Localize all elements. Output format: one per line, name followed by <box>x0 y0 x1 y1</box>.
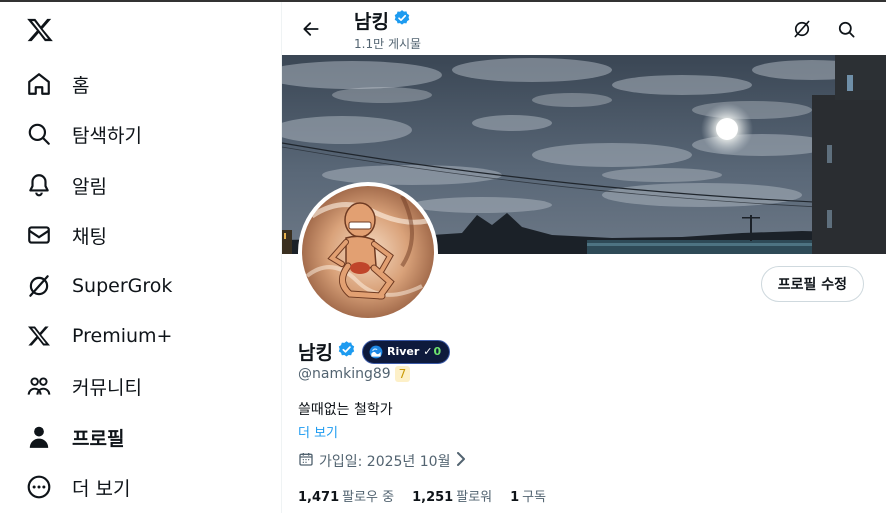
profile-column: 남킹 1.1만 게시물 프로필 수정 남킹 River ✓ 0 @namking… <box>282 2 886 513</box>
sidebar-item-chat[interactable]: 채팅 <box>16 213 117 257</box>
calendar-icon <box>298 451 314 471</box>
search-icon <box>838 21 854 37</box>
person-icon <box>26 424 52 450</box>
sidebar-item-label: 채팅 <box>72 225 107 248</box>
sidebar-item-premium[interactable]: Premium+ <box>16 314 182 358</box>
wave-icon <box>369 345 383 358</box>
header-title: 남킹 <box>354 7 411 34</box>
following-count: 1,471 <box>298 490 340 505</box>
joined-date: 가입일: 2025년 10월 <box>319 454 451 470</box>
edit-profile-button[interactable]: 프로필 수정 <box>760 266 864 302</box>
more-circle-icon <box>26 474 52 500</box>
header-name: 남킹 <box>354 11 389 33</box>
chevron-right-icon <box>456 452 466 470</box>
search-icon <box>26 121 52 147</box>
sidebar-item-label: SuperGrok <box>72 275 173 297</box>
sidebar: 홈 탐색하기 알림 채팅 SuperGrok Premium+ 커뮤니티 프로필… <box>0 2 282 513</box>
grok-icon <box>794 20 810 38</box>
profile-handle: @namking89 <box>298 366 391 382</box>
verified-badge-icon[interactable] <box>393 9 411 32</box>
subscriptions-count: 1 <box>510 490 520 505</box>
followers-count: 1,251 <box>412 490 454 505</box>
followers-stat[interactable]: 1,251 팔로워 <box>412 486 492 505</box>
sidebar-item-communities[interactable]: 커뮤니티 <box>16 364 152 408</box>
joined-date-row[interactable]: 가입일: 2025년 10월 <box>298 451 466 471</box>
river-badge-label: River <box>386 345 420 358</box>
profile-bio: 쓸때없는 철학가 <box>298 402 393 418</box>
bell-icon <box>26 172 52 198</box>
subscriptions-stat[interactable]: 1 구독 <box>510 486 546 505</box>
grok-icon <box>26 273 52 299</box>
profile-avatar[interactable] <box>298 182 438 322</box>
profile-name: 남킹 <box>298 342 333 364</box>
sidebar-item-supergrok[interactable]: SuperGrok <box>16 264 182 308</box>
verified-badge-icon[interactable] <box>337 340 356 364</box>
followers-label: 팔로워 <box>456 490 493 505</box>
river-badge-check: ✓ <box>423 345 433 358</box>
river-badge-count: 0 <box>433 345 442 358</box>
search-button[interactable] <box>831 14 861 44</box>
post-count: 1.1만 게시물 <box>354 37 422 51</box>
sidebar-item-label: 탐색하기 <box>72 124 142 147</box>
x-logo-icon <box>26 323 52 349</box>
sidebar-item-more[interactable]: 더 보기 <box>16 465 140 509</box>
sidebar-item-label: 프로필 <box>72 427 125 450</box>
avatar <box>302 186 434 318</box>
home-icon <box>26 71 52 97</box>
handle-row: @namking89 7 <box>298 366 411 382</box>
grok-button[interactable] <box>787 14 817 44</box>
sidebar-item-home[interactable]: 홈 <box>16 62 99 106</box>
sidebar-item-label: 더 보기 <box>72 477 131 500</box>
sidebar-item-notifications[interactable]: 알림 <box>16 163 117 207</box>
following-stat[interactable]: 1,471 팔로우 중 <box>298 486 394 505</box>
sidebar-item-profile[interactable]: 프로필 <box>16 415 134 459</box>
sidebar-item-label: 커뮤니티 <box>72 376 142 399</box>
x-logo-icon[interactable] <box>26 16 54 44</box>
follow-stats: 1,471 팔로우 중 1,251 팔로워 1 구독 <box>298 486 564 505</box>
back-button[interactable] <box>294 12 328 46</box>
river-badge[interactable]: River ✓ 0 <box>361 339 451 364</box>
profile-name-row: 남킹 River ✓ 0 <box>298 338 451 365</box>
bio-more-link[interactable]: 더 보기 <box>298 422 338 441</box>
sidebar-item-label: 홈 <box>72 74 90 97</box>
handle-badge[interactable]: 7 <box>394 366 411 382</box>
sidebar-item-label: 알림 <box>72 175 107 198</box>
communities-icon <box>26 373 52 399</box>
following-label: 팔로우 중 <box>342 490 395 505</box>
arrow-left-icon <box>303 22 319 36</box>
subscriptions-label: 구독 <box>522 490 547 505</box>
sidebar-item-label: Premium+ <box>72 325 173 347</box>
profile-header: 남킹 1.1만 게시물 <box>282 2 886 55</box>
envelope-icon <box>26 222 52 248</box>
sidebar-item-explore[interactable]: 탐색하기 <box>16 112 152 156</box>
